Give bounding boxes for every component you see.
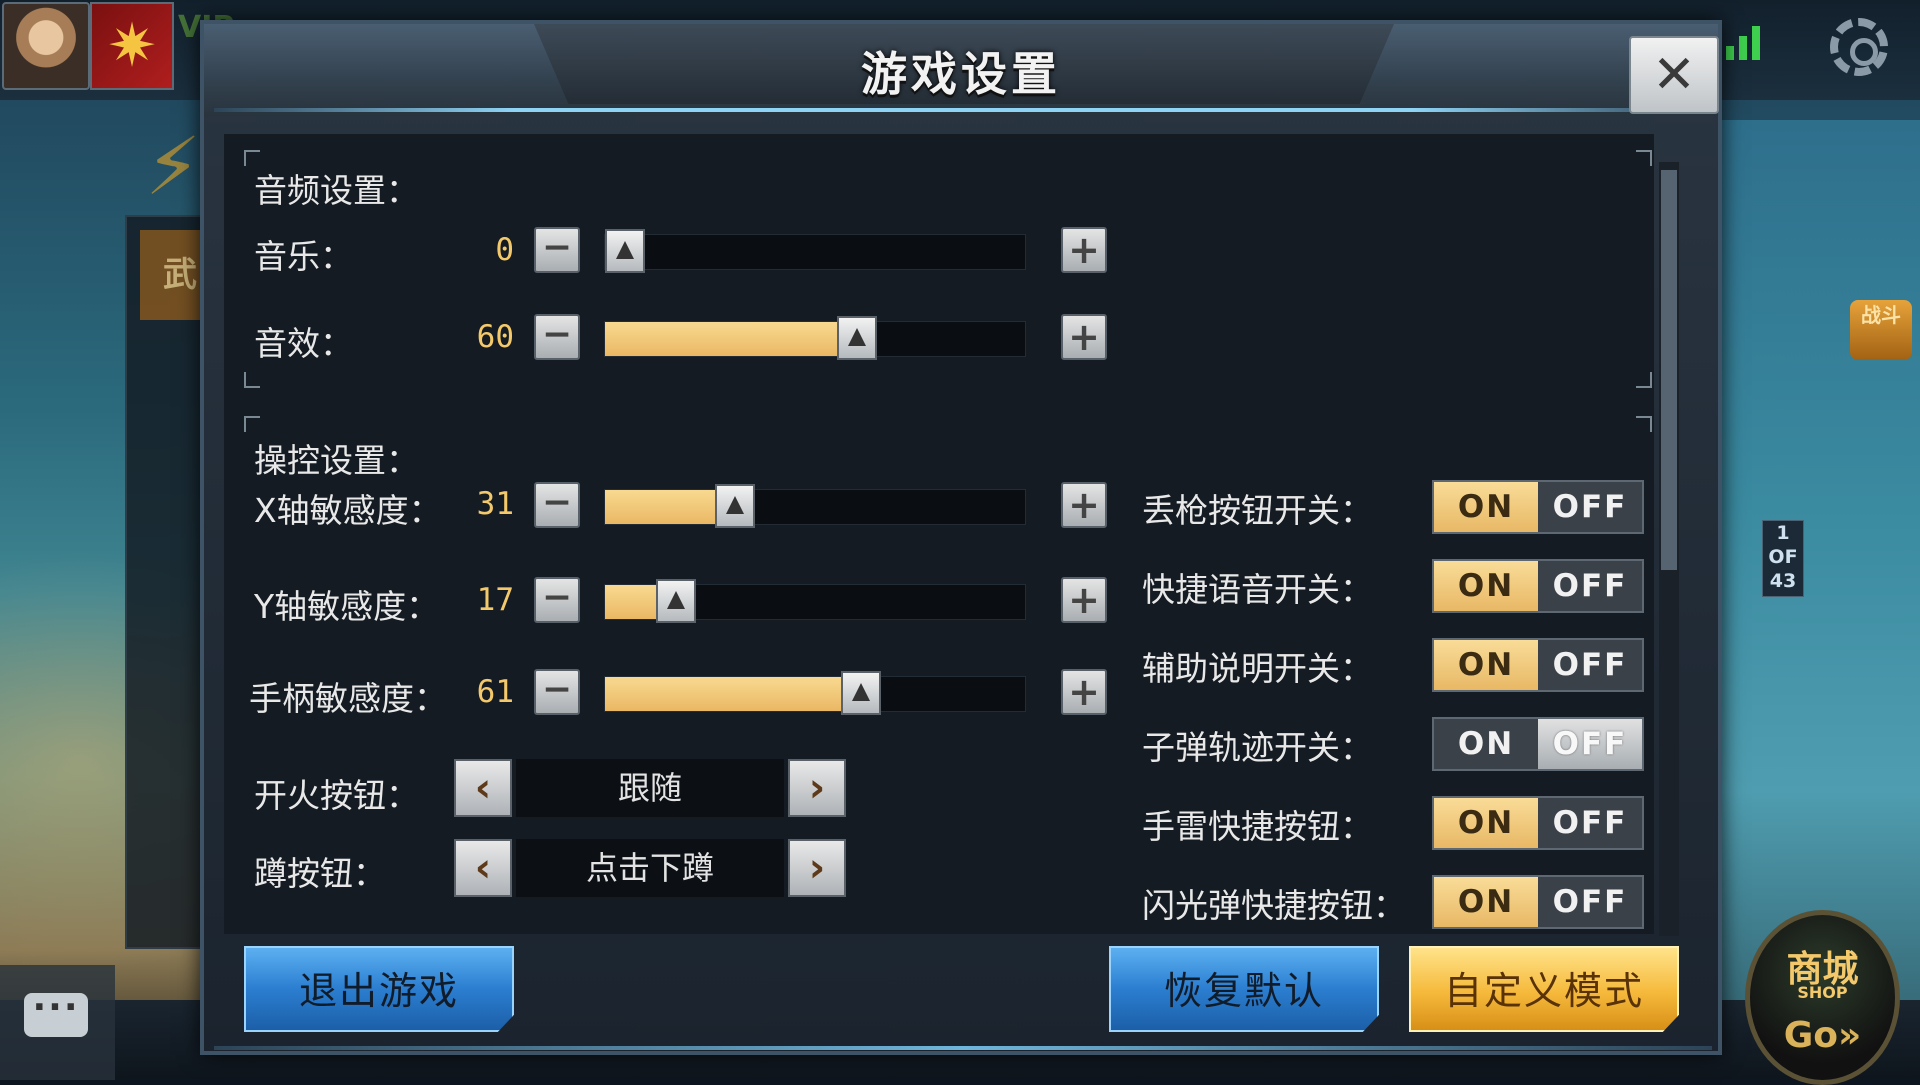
sfx-slider[interactable] [604, 316, 1026, 360]
custom-mode-button[interactable]: 自定义模式 [1409, 946, 1679, 1032]
help-tips-off[interactable]: OFF [1538, 640, 1642, 690]
fire-button-selector: ‹ 跟随 › [454, 759, 846, 819]
y-sensitivity-minus-button[interactable]: − [534, 577, 580, 623]
bullet-trail-toggle[interactable]: ON OFF [1432, 717, 1644, 771]
grenade-shortcut-off[interactable]: OFF [1538, 798, 1642, 848]
settings-scrollbar[interactable] [1659, 162, 1679, 936]
shop-subtitle: SHOP [1797, 983, 1848, 1002]
page-current: 1 [1776, 522, 1790, 544]
x-sensitivity-value: 31 [476, 486, 514, 522]
music-slider-handle[interactable] [605, 229, 645, 273]
drop-gun-toggle[interactable]: ON OFF [1432, 480, 1644, 534]
sfx-label: 音效： [254, 324, 353, 363]
gamepad-sensitivity-fill [605, 677, 861, 711]
bullet-trail-on[interactable]: ON [1434, 719, 1538, 769]
chat-bubble-icon: ··· [24, 990, 88, 1037]
crouch-button-selector: ‹ 点击下蹲 › [454, 839, 846, 899]
restore-default-button[interactable]: 恢复默认 [1109, 946, 1379, 1032]
audio-section-title: 音频设置： [254, 171, 419, 210]
shop-go-label: Go» [1783, 1015, 1862, 1056]
battle-badge[interactable]: 战斗 [1850, 300, 1912, 360]
quick-voice-toggle[interactable]: ON OFF [1432, 559, 1644, 613]
crouch-button-next-arrow[interactable]: › [788, 839, 846, 897]
gamepad-sensitivity-minus-button[interactable]: − [534, 669, 580, 715]
grenade-shortcut-toggle-label: 手雷快捷按钮： [1142, 807, 1373, 846]
gamepad-sensitivity-plus-button[interactable]: + [1061, 669, 1107, 715]
header-divider [214, 108, 1712, 112]
y-sensitivity-slider[interactable] [604, 579, 1026, 623]
y-sensitivity-label: Y轴敏感度： [254, 587, 440, 626]
grenade-shortcut-toggle[interactable]: ON OFF [1432, 796, 1644, 850]
x-sensitivity-plus-button[interactable]: + [1061, 482, 1107, 528]
flashbang-shortcut-toggle-label: 闪光弹快捷按钮： [1142, 886, 1406, 925]
x-sensitivity-label: X轴敏感度： [254, 491, 442, 530]
signal-strength-icon [1726, 20, 1774, 60]
sfx-minus-button[interactable]: − [534, 314, 580, 360]
gamepad-sensitivity-slider[interactable] [604, 671, 1026, 715]
x-sensitivity-handle[interactable] [715, 484, 755, 528]
chat-button[interactable]: ··· [0, 965, 115, 1080]
rank-badge-icon: ✷ [90, 2, 174, 90]
fire-button-label: 开火按钮： [254, 776, 419, 815]
drop-gun-on[interactable]: ON [1434, 482, 1538, 532]
gamepad-sensitivity-label: 手柄敏感度： [249, 679, 447, 718]
lightning-icon: ⚡ [145, 120, 202, 213]
page-total: 43 [1769, 570, 1797, 592]
quick-voice-off[interactable]: OFF [1538, 561, 1642, 611]
fire-button-value: 跟随 [516, 759, 784, 817]
x-sensitivity-minus-button[interactable]: − [534, 482, 580, 528]
help-tips-on[interactable]: ON [1434, 640, 1538, 690]
page-of: OF [1768, 546, 1798, 568]
control-section-title: 操控设置： [254, 441, 419, 480]
close-button[interactable]: ✕ [1629, 36, 1719, 114]
x-sensitivity-slider[interactable] [604, 484, 1026, 528]
flashbang-shortcut-toggle[interactable]: ON OFF [1432, 875, 1644, 929]
music-slider[interactable] [604, 229, 1026, 273]
bullet-trail-off[interactable]: OFF [1538, 719, 1642, 769]
fire-button-next-arrow[interactable]: › [788, 759, 846, 817]
scrollbar-thumb[interactable] [1661, 170, 1677, 570]
music-value: 0 [495, 232, 514, 268]
y-sensitivity-handle[interactable] [656, 579, 696, 623]
y-sensitivity-value: 17 [476, 582, 514, 618]
gamepad-sensitivity-handle[interactable] [841, 671, 881, 715]
dialog-header: 游戏设置 [204, 24, 1718, 116]
exit-game-button[interactable]: 退出游戏 [244, 946, 514, 1032]
quick-voice-toggle-label: 快捷语音开关： [1142, 570, 1373, 609]
y-sensitivity-plus-button[interactable]: + [1061, 577, 1107, 623]
gamepad-sensitivity-value: 61 [476, 674, 514, 710]
sfx-slider-fill [605, 322, 857, 356]
sfx-value: 60 [476, 319, 514, 355]
music-label: 音乐： [254, 237, 353, 276]
fire-button-prev-arrow[interactable]: ‹ [454, 759, 512, 817]
help-tips-toggle[interactable]: ON OFF [1432, 638, 1644, 692]
bullet-trail-toggle-label: 子弹轨迹开关： [1142, 728, 1373, 767]
music-plus-button[interactable]: + [1061, 227, 1107, 273]
page-indicator: 1 OF 43 [1762, 520, 1804, 597]
flashbang-shortcut-off[interactable]: OFF [1538, 877, 1642, 927]
drop-gun-toggle-label: 丢枪按钮开关： [1142, 491, 1373, 530]
quick-voice-on[interactable]: ON [1434, 561, 1538, 611]
sfx-slider-handle[interactable] [837, 316, 877, 360]
help-tips-toggle-label: 辅助说明开关： [1142, 649, 1373, 688]
dialog-title: 游戏设置 [861, 47, 1061, 101]
music-minus-button[interactable]: − [534, 227, 580, 273]
shop-button[interactable]: 商城 SHOP Go» [1745, 910, 1900, 1085]
settings-gear-icon[interactable] [1830, 18, 1888, 76]
flashbang-shortcut-on[interactable]: ON [1434, 877, 1538, 927]
sfx-plus-button[interactable]: + [1061, 314, 1107, 360]
crouch-button-value: 点击下蹲 [516, 839, 784, 897]
crouch-button-prev-arrow[interactable]: ‹ [454, 839, 512, 897]
drop-gun-off[interactable]: OFF [1538, 482, 1642, 532]
grenade-shortcut-on[interactable]: ON [1434, 798, 1538, 848]
bottom-divider [214, 1046, 1712, 1050]
player-avatar[interactable] [2, 2, 90, 90]
crouch-button-label: 蹲按钮： [254, 854, 386, 893]
game-settings-dialog: 游戏设置 ✕ 音频设置： 音乐： 0 − + 音效： 60 − + 操控设置： … [200, 20, 1722, 1055]
